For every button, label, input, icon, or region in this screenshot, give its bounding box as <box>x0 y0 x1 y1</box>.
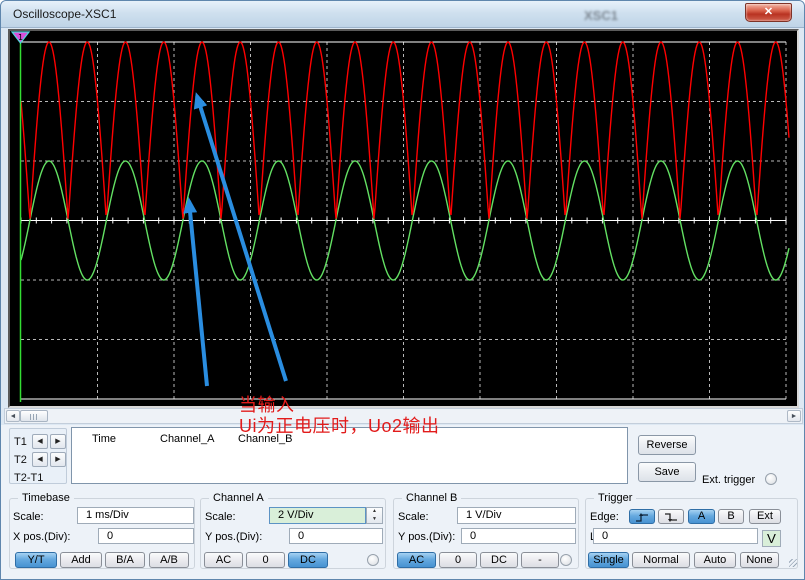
scroll-left-icon: ◄ <box>10 413 17 420</box>
channel-b-ground-button[interactable]: 0 <box>439 552 477 568</box>
xsc1-watermark: XSC1 <box>584 8 618 23</box>
falling-edge-button[interactable] <box>658 509 684 524</box>
trigger-edge-label: Edge: <box>590 511 619 523</box>
svg-text:1: 1 <box>18 33 23 42</box>
ext-trigger-label: Ext. trigger <box>702 474 755 486</box>
ba-mode-button[interactable]: B/A <box>105 552 145 568</box>
save-button[interactable]: Save <box>638 462 696 482</box>
channel-a-ypos-input[interactable]: 0 <box>289 528 383 544</box>
channel-b-scale-input[interactable]: 1 V/Div <box>457 507 576 524</box>
close-button[interactable]: ✕ <box>745 3 792 22</box>
right-arrow-icon: ▶ <box>55 438 60 445</box>
channel-b-ac-button[interactable]: AC <box>397 552 436 568</box>
channel-a-radio[interactable] <box>367 554 379 566</box>
channel-b-radio[interactable] <box>560 554 572 566</box>
trigger-none-button[interactable]: None <box>740 552 779 568</box>
trigger-level-input[interactable]: 0 <box>593 528 758 544</box>
cursor-t2-label: T2 <box>14 454 27 466</box>
thumb-grip-icon <box>30 414 39 420</box>
channel-a-ac-button[interactable]: AC <box>204 552 243 568</box>
scope-display[interactable]: 1 <box>8 29 799 408</box>
timebase-scale-label: Scale: <box>13 511 44 523</box>
right-arrow-icon: ▶ <box>55 456 60 463</box>
t1-left-button[interactable]: ◀ <box>32 434 48 449</box>
reverse-button[interactable]: Reverse <box>638 435 696 455</box>
yt-mode-button[interactable]: Y/T <box>15 552 57 568</box>
channel-a-scale-input[interactable]: 2 V/Div <box>269 507 366 524</box>
trigger-source-b-button[interactable]: B <box>718 509 744 524</box>
scroll-right-icon: ► <box>791 413 798 420</box>
channel-a-scale-spinner[interactable]: ▲ ▼ <box>366 507 383 524</box>
channel-b-minus-button[interactable]: - <box>521 552 559 568</box>
ab-mode-button[interactable]: A/B <box>149 552 189 568</box>
cursor-t1-label: T1 <box>14 436 27 448</box>
spin-up-icon[interactable]: ▲ <box>367 508 382 515</box>
scroll-left-button[interactable]: ◄ <box>6 410 20 422</box>
falling-edge-icon <box>664 512 678 523</box>
t2-left-button[interactable]: ◀ <box>32 452 48 467</box>
channel-a-dc-button[interactable]: DC <box>288 552 328 568</box>
scroll-right-button[interactable]: ► <box>787 410 801 422</box>
timebase-scale-input[interactable]: 1 ms/Div <box>77 507 194 524</box>
t1-right-button[interactable]: ▶ <box>50 434 66 449</box>
channel-a-title: Channel A <box>209 492 268 504</box>
cursor-t2t1-label: T2-T1 <box>14 472 43 484</box>
trigger-level-unit-select[interactable]: V <box>762 530 781 547</box>
channel-a-scale-label: Scale: <box>205 511 236 523</box>
timebase-xpos-input[interactable]: 0 <box>98 528 194 544</box>
scrollbar-thumb[interactable] <box>20 410 48 422</box>
trigger-title: Trigger <box>594 492 636 504</box>
left-arrow-icon: ◀ <box>37 438 42 445</box>
trigger-source-ext-button[interactable]: Ext <box>749 509 781 524</box>
trigger-single-button[interactable]: Single <box>588 552 629 568</box>
channel-b-ypos-input[interactable]: 0 <box>461 528 576 544</box>
t2-right-button[interactable]: ▶ <box>50 452 66 467</box>
readout-header-channel-a: Channel_A <box>160 433 214 445</box>
title-bar[interactable]: Oscilloscope-XSC1 XSC1 ✕ <box>1 1 804 28</box>
close-icon: ✕ <box>764 6 773 18</box>
waveform-plot: 1 <box>10 31 797 406</box>
cursor-panel: T1 ◀ ▶ T2 ◀ ▶ T2-T1 <box>9 428 67 484</box>
readout-header-time: Time <box>92 433 116 445</box>
channel-b-title: Channel B <box>402 492 461 504</box>
annotation-text-line2: Ui为正电压时，Uo2输出 <box>239 412 440 438</box>
channel-b-ypos-label: Y pos.(Div): <box>398 531 455 543</box>
add-mode-button[interactable]: Add <box>60 552 102 568</box>
trigger-auto-button[interactable]: Auto <box>694 552 736 568</box>
channel-b-dc-button[interactable]: DC <box>480 552 518 568</box>
channel-b-scale-label: Scale: <box>398 511 429 523</box>
rising-edge-button[interactable] <box>629 509 655 524</box>
rising-edge-icon <box>635 512 649 523</box>
channel-a-ground-button[interactable]: 0 <box>246 552 285 568</box>
trigger-normal-button[interactable]: Normal <box>632 552 690 568</box>
timebase-title: Timebase <box>18 492 74 504</box>
left-arrow-icon: ◀ <box>37 456 42 463</box>
trigger-source-a-button[interactable]: A <box>688 509 715 524</box>
ext-trigger-radio[interactable] <box>765 473 777 485</box>
resize-grip[interactable] <box>789 559 797 567</box>
oscilloscope-window: Oscilloscope-XSC1 XSC1 ✕ 1 当输入 Ui为正电压时，U… <box>0 0 805 580</box>
channel-a-ypos-label: Y pos.(Div): <box>205 531 262 543</box>
window-title: Oscilloscope-XSC1 <box>13 7 116 21</box>
spin-down-icon[interactable]: ▼ <box>367 516 382 523</box>
timebase-xpos-label: X pos.(Div): <box>13 531 70 543</box>
